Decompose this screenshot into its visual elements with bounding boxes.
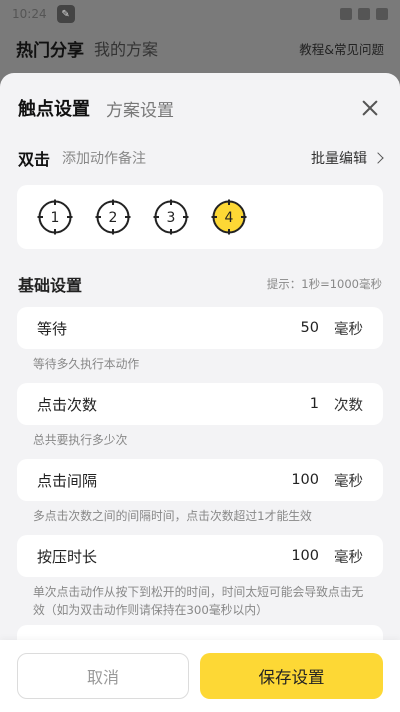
battery-icon (376, 8, 388, 20)
help-link[interactable]: 教程&常见问题 (299, 39, 384, 58)
touch-point-1[interactable]: 1 (37, 199, 73, 235)
press-duration-field[interactable]: 按压时长 100 毫秒 (17, 535, 383, 577)
basic-settings-title: 基础设置 (18, 276, 83, 295)
background-nav: 热门分享 我的方案 教程&常见问题 (0, 28, 400, 68)
sheet-footer: 取消 保存设置 (0, 640, 400, 712)
touch-point-label: 2 (109, 210, 118, 226)
press-duration-input[interactable]: 100 (291, 548, 319, 564)
status-bar: 10:24 ✎ (0, 0, 400, 28)
unit-hint: 提示：1秒=1000毫秒 (266, 277, 382, 291)
chevron-right-icon (372, 152, 384, 164)
field-description: 单次点击动作从按下到松开的时间，时间太短可能会导致点击无效（如为双击动作则请保持… (33, 585, 364, 617)
tab-hot-share[interactable]: 热门分享 (16, 36, 84, 61)
app-icon: ✎ (56, 5, 75, 23)
field-description: 等待多久执行本动作 (33, 357, 140, 371)
tab-my-plans[interactable]: 我的方案 (94, 36, 158, 60)
add-note-button[interactable]: 添加动作备注 (62, 148, 146, 168)
tab-touch-settings[interactable]: 触点设置 (18, 95, 90, 121)
batch-edit-label: 批量编辑 (311, 151, 367, 167)
field-description: 多点击次数之间的间隔时间，点击次数超过1才能生效 (33, 509, 312, 523)
wait-input[interactable]: 50 (301, 320, 319, 336)
field-description: 总共要执行多少次 (33, 433, 128, 447)
wait-field[interactable]: 等待 50 毫秒 (17, 307, 383, 349)
field-unit: 次数 (334, 397, 363, 414)
field-unit: 毫秒 (334, 549, 363, 566)
click-count-input[interactable]: 1 (310, 396, 319, 412)
batch-edit-button[interactable]: 批量编辑 (311, 148, 384, 168)
touch-point-2[interactable]: 2 (95, 199, 131, 235)
field-unit: 毫秒 (334, 321, 363, 338)
click-interval-field[interactable]: 点击间隔 100 毫秒 (17, 459, 383, 501)
touch-point-3[interactable]: 3 (153, 199, 189, 235)
action-title: 双击 (18, 150, 51, 169)
action-row: 双击 添加动作备注 批量编辑 (0, 143, 400, 173)
touch-point-label: 3 (167, 210, 176, 226)
click-interval-input[interactable]: 100 (291, 472, 319, 488)
field-label: 点击间隔 (37, 471, 98, 490)
sheet-header: 触点设置 方案设置 (0, 73, 400, 143)
field-label: 等待 (37, 319, 68, 338)
tab-plan-settings[interactable]: 方案设置 (106, 96, 174, 121)
click-count-field[interactable]: 点击次数 1 次数 (17, 383, 383, 425)
field-label: 按压时长 (37, 547, 98, 566)
touch-point-4-selected[interactable]: 4 (211, 199, 247, 235)
signal-icon (358, 8, 370, 20)
touch-point-label: 4 (225, 210, 234, 226)
status-time: 10:24 (12, 7, 47, 21)
wifi-icon (340, 8, 352, 20)
cancel-button[interactable]: 取消 (17, 653, 189, 699)
touch-points-card: 1 2 3 4 (17, 185, 383, 249)
basic-settings-header: 基础设置 提示：1秒=1000毫秒 (0, 272, 400, 296)
touch-settings-sheet: 触点设置 方案设置 双击 添加动作备注 批量编辑 1 2 3 4 基础设置 提示… (0, 73, 400, 712)
field-label: 点击次数 (37, 395, 98, 414)
save-settings-button[interactable]: 保存设置 (200, 653, 383, 699)
status-icons (340, 8, 388, 20)
field-unit: 毫秒 (334, 473, 363, 490)
close-icon[interactable] (358, 96, 382, 120)
touch-point-label: 1 (51, 210, 60, 226)
